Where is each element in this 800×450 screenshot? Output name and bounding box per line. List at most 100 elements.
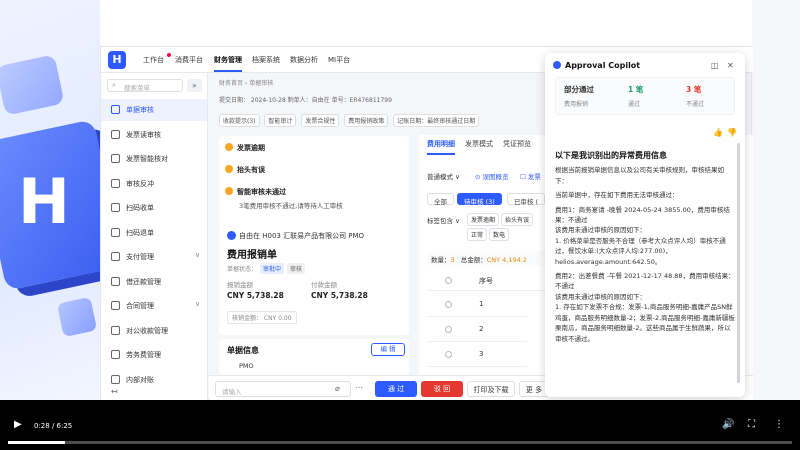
- copilot-message: 以下是我识别出的异常费用信息 根据当前报销单据信息以及公司有关审核规则，审核结果…: [555, 151, 735, 344]
- app-logo[interactable]: H: [108, 51, 126, 69]
- menu-icon: [111, 350, 120, 359]
- tab-voucher-preview[interactable]: 凭证预览: [503, 139, 531, 149]
- menu-icon: [111, 105, 120, 114]
- decor-cube-tiny: [56, 296, 98, 338]
- table-row[interactable]: 2: [427, 318, 527, 342]
- sidebar-item[interactable]: 对公收款管理: [101, 320, 207, 342]
- copilot-logo-icon: [553, 61, 561, 69]
- expand-icon[interactable]: ◫: [711, 61, 719, 70]
- nav-archive[interactable]: 档案系统: [252, 55, 280, 65]
- nav-finance[interactable]: 财务管理: [214, 55, 242, 72]
- video-progress-track[interactable]: [8, 441, 792, 444]
- approve-button[interactable]: 通 过: [375, 381, 417, 397]
- reject-button[interactable]: 驳 回: [421, 381, 463, 397]
- notification-dot: [167, 53, 171, 57]
- invoice-link[interactable]: ☐ 发票: [520, 171, 541, 181]
- reimburse-amount-label: 报销金额: [227, 281, 253, 289]
- settings-icon[interactable]: ⋮: [774, 419, 784, 430]
- row-radio[interactable]: [445, 301, 452, 308]
- overview-link[interactable]: ⊙ 误图概览: [475, 171, 509, 181]
- filter-all[interactable]: 全部: [427, 193, 454, 206]
- tag-chip[interactable]: 发票合规性: [301, 114, 340, 127]
- sidebar-item[interactable]: 借还款管理: [101, 271, 207, 293]
- tag-chip[interactable]: 费用报销政策: [344, 114, 389, 127]
- nav-analytics[interactable]: 数据分析: [290, 55, 318, 65]
- more-options-icon[interactable]: ⋯: [355, 383, 363, 392]
- close-icon[interactable]: ✕: [727, 61, 734, 70]
- nav-mi[interactable]: MI平台: [328, 55, 350, 65]
- sidebar-item[interactable]: 劳务费管理: [101, 344, 207, 366]
- nav-workbench[interactable]: 工作台: [143, 55, 164, 65]
- sidebar-item-label: 借还款管理: [126, 277, 161, 286]
- sidebar-item-label: 发票智能核对: [126, 155, 168, 163]
- nav-consume[interactable]: 消费平台: [175, 55, 203, 65]
- report-summary-card: 自由在 H003 汇联易产品有限公司 PMO 费用报销单 单据状态： 审批中 审核 …: [219, 225, 409, 335]
- filter-tag[interactable]: 抬头有误: [501, 213, 534, 226]
- warning-icon: [225, 165, 233, 173]
- warning-icon: [225, 187, 233, 195]
- copilot-paragraph: 1. 存在如下发票不合规：发票-1,商品服务明细-嘉庸产品SN鲜鸡蛋，商品服务明…: [555, 303, 735, 343]
- status-badge: 审批中: [260, 263, 285, 274]
- play-icon[interactable]: ▶: [14, 419, 22, 430]
- doc-info-value: PMO: [239, 362, 254, 370]
- row-radio[interactable]: [445, 351, 452, 358]
- copilot-paragraph: 该费用未通过审核的原因如下：: [555, 292, 646, 301]
- row-radio[interactable]: [445, 326, 452, 333]
- thumbs-up-icon[interactable]: 👍: [713, 128, 723, 137]
- menu-icon: [111, 178, 120, 188]
- back-icon[interactable]: ↤: [111, 387, 118, 396]
- filter-tag[interactable]: 数电: [489, 228, 510, 241]
- sidebar-item[interactable]: 发票读审核: [101, 124, 207, 146]
- copilot-scrollbar[interactable]: [737, 143, 740, 383]
- collapse-button[interactable]: »: [187, 79, 202, 92]
- sidebar-item[interactable]: 合同管理 ∨: [101, 295, 207, 317]
- sidebar-item[interactable]: 扫码收单: [101, 197, 207, 219]
- report-title: 费用报销单: [227, 250, 277, 261]
- alert-item: 发票逾期: [225, 143, 265, 153]
- sidebar-search-input[interactable]: ⌕ 搜索菜单: [107, 79, 183, 92]
- sidebar-item[interactable]: 审核反冲: [101, 173, 207, 195]
- thumbs-down-icon[interactable]: 👎: [727, 128, 737, 137]
- menu-icon: [111, 325, 120, 335]
- table-row[interactable]: 1: [427, 293, 527, 317]
- fullscreen-icon[interactable]: ⛶: [748, 419, 755, 430]
- breadcrumb: 财务首页 › 单据审核: [219, 80, 274, 87]
- copilot-paragraph: 费用1：商务宴请 -晚餐 2024-05-24 3855.00，费用审核结果：不…: [555, 205, 730, 225]
- copilot-paragraph: 当前单据中，存在如下费用无法审核通过：: [555, 191, 679, 200]
- menu-icon: [111, 129, 120, 139]
- avatar: [227, 231, 236, 240]
- document-info-card: 单据信息 编 辑 PMO: [219, 339, 409, 375]
- stat-label: 通过: [628, 101, 641, 108]
- print-download-button[interactable]: 打印及下载: [467, 381, 515, 397]
- sidebar-item-label: 扫码收单: [126, 204, 154, 212]
- attachment-icon[interactable]: ⌀: [335, 384, 340, 393]
- menu-icon: [111, 252, 120, 261]
- count-bar: 数量：3 总金额：CNY 4,194.2: [427, 251, 547, 265]
- tag-chip[interactable]: 记账日期：最终审核通过日期: [393, 114, 480, 127]
- filter-reviewed[interactable]: 已审核 (: [507, 193, 546, 206]
- stat-label: 费用报销: [564, 101, 589, 108]
- tag-filter-select[interactable]: 标签包含 ∨: [427, 215, 460, 225]
- sidebar-item[interactable]: 支付管理 ∨: [101, 246, 207, 268]
- tab-invoice-mode[interactable]: 发票模式: [465, 139, 493, 149]
- comment-input[interactable]: 请输入: [215, 381, 351, 397]
- alert-item: 抬头有误: [225, 165, 265, 175]
- table-row[interactable]: 3: [427, 343, 527, 367]
- tag-chip[interactable]: 智能审计: [264, 114, 297, 127]
- sidebar-item[interactable]: 发票智能核对: [101, 148, 207, 170]
- filter-pending[interactable]: 待审核 (3): [457, 193, 502, 206]
- select-all-checkbox[interactable]: [445, 277, 452, 284]
- decor-logo-letter: H: [18, 165, 70, 238]
- tag-chip[interactable]: 收款提示(3): [219, 114, 260, 127]
- sidebar-item[interactable]: 扫码退单: [101, 222, 207, 244]
- filter-tag[interactable]: 发票逾期: [467, 213, 500, 226]
- tab-expense-detail[interactable]: 费用明细: [427, 139, 455, 155]
- tag-bar: 收款提示(3) 智能审计 发票合规性 费用报销政策 记账日期：最终审核通过日期: [219, 114, 519, 127]
- copilot-heading: 以下是我识别出的异常费用信息: [555, 151, 667, 160]
- filter-tag[interactable]: 正常: [467, 228, 488, 241]
- volume-icon[interactable]: 🔊: [722, 419, 734, 430]
- menu-icon: [111, 154, 120, 163]
- sidebar-item[interactable]: 单据审核: [101, 99, 207, 121]
- mode-select[interactable]: 普通模式 ∨: [427, 171, 460, 181]
- edit-button[interactable]: 编 辑: [371, 343, 405, 356]
